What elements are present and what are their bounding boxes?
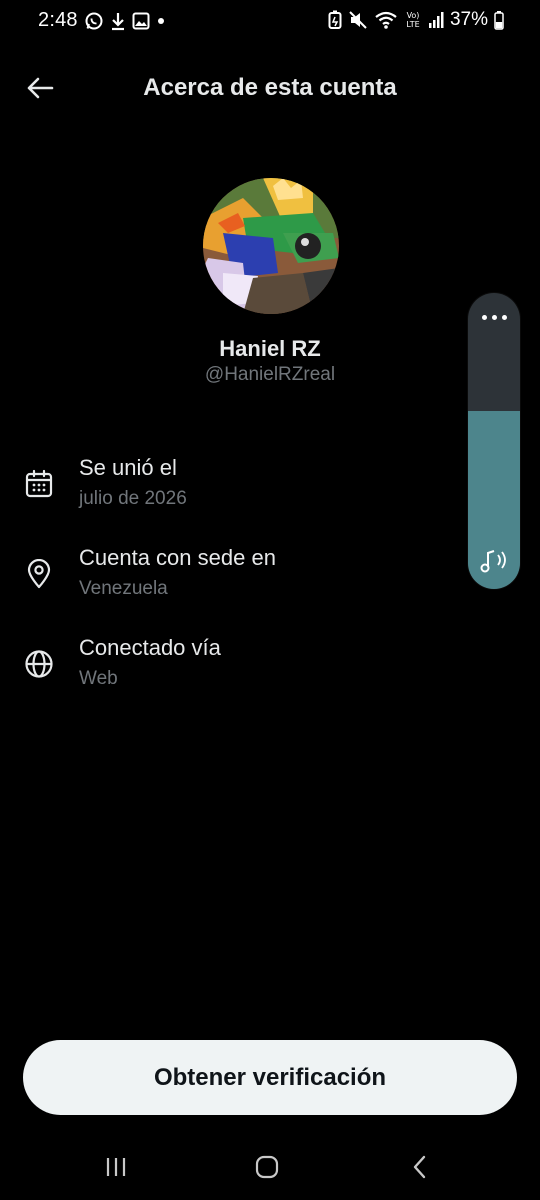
home-icon xyxy=(255,1155,279,1179)
recents-button[interactable] xyxy=(96,1152,136,1182)
info-value: Web xyxy=(79,668,118,689)
location-pin-icon xyxy=(24,559,54,589)
home-button[interactable] xyxy=(247,1152,287,1182)
download-icon xyxy=(110,11,126,31)
back-icon xyxy=(410,1155,430,1179)
battery-saver-icon xyxy=(328,10,342,30)
globe-icon xyxy=(24,649,54,679)
info-row-location: Cuenta con sede en Venezuela xyxy=(0,545,460,615)
status-bar: 2:48 Vo) LTE 37% xyxy=(0,0,540,44)
info-value: julio de 2026 xyxy=(79,488,187,509)
app-header: Acerca de esta cuenta xyxy=(0,60,540,116)
get-verification-button[interactable]: Obtener verificación xyxy=(23,1040,517,1115)
recents-icon xyxy=(104,1156,128,1178)
battery-percent: 37% xyxy=(449,9,488,30)
status-right-icons: Vo) LTE 37% xyxy=(328,8,504,32)
info-row-connected: Conectado vía Web xyxy=(0,635,460,705)
dot-icon xyxy=(156,16,166,26)
more-dots-icon[interactable] xyxy=(468,307,520,327)
profile-handle: @HanielRZreal xyxy=(204,364,336,385)
nav-back-button[interactable] xyxy=(400,1152,440,1182)
battery-icon xyxy=(494,10,504,30)
info-label: Se unió el xyxy=(79,455,177,480)
volume-slider[interactable] xyxy=(468,293,520,589)
system-nav-bar xyxy=(0,1140,540,1200)
music-note-icon xyxy=(478,545,510,577)
info-label: Conectado vía xyxy=(79,635,221,660)
volte-icon: Vo) LTE xyxy=(404,10,422,30)
avatar[interactable] xyxy=(203,178,339,314)
whatsapp-icon xyxy=(84,11,104,31)
svg-text:Vo): Vo) xyxy=(407,11,420,20)
gallery-icon xyxy=(132,12,150,30)
info-row-joined: Se unió el julio de 2026 xyxy=(0,455,460,525)
status-time: 2:48 xyxy=(38,9,78,31)
calendar-icon xyxy=(24,469,54,499)
info-label: Cuenta con sede en xyxy=(79,545,276,570)
status-left-icons xyxy=(84,10,166,32)
signal-icon xyxy=(428,11,444,29)
svg-text:LTE: LTE xyxy=(406,20,419,29)
mute-icon xyxy=(348,10,368,30)
page-title: Acerca de esta cuenta xyxy=(143,74,397,101)
wifi-icon xyxy=(374,10,398,30)
profile-name: Haniel RZ xyxy=(219,336,321,361)
info-value: Venezuela xyxy=(79,578,168,599)
